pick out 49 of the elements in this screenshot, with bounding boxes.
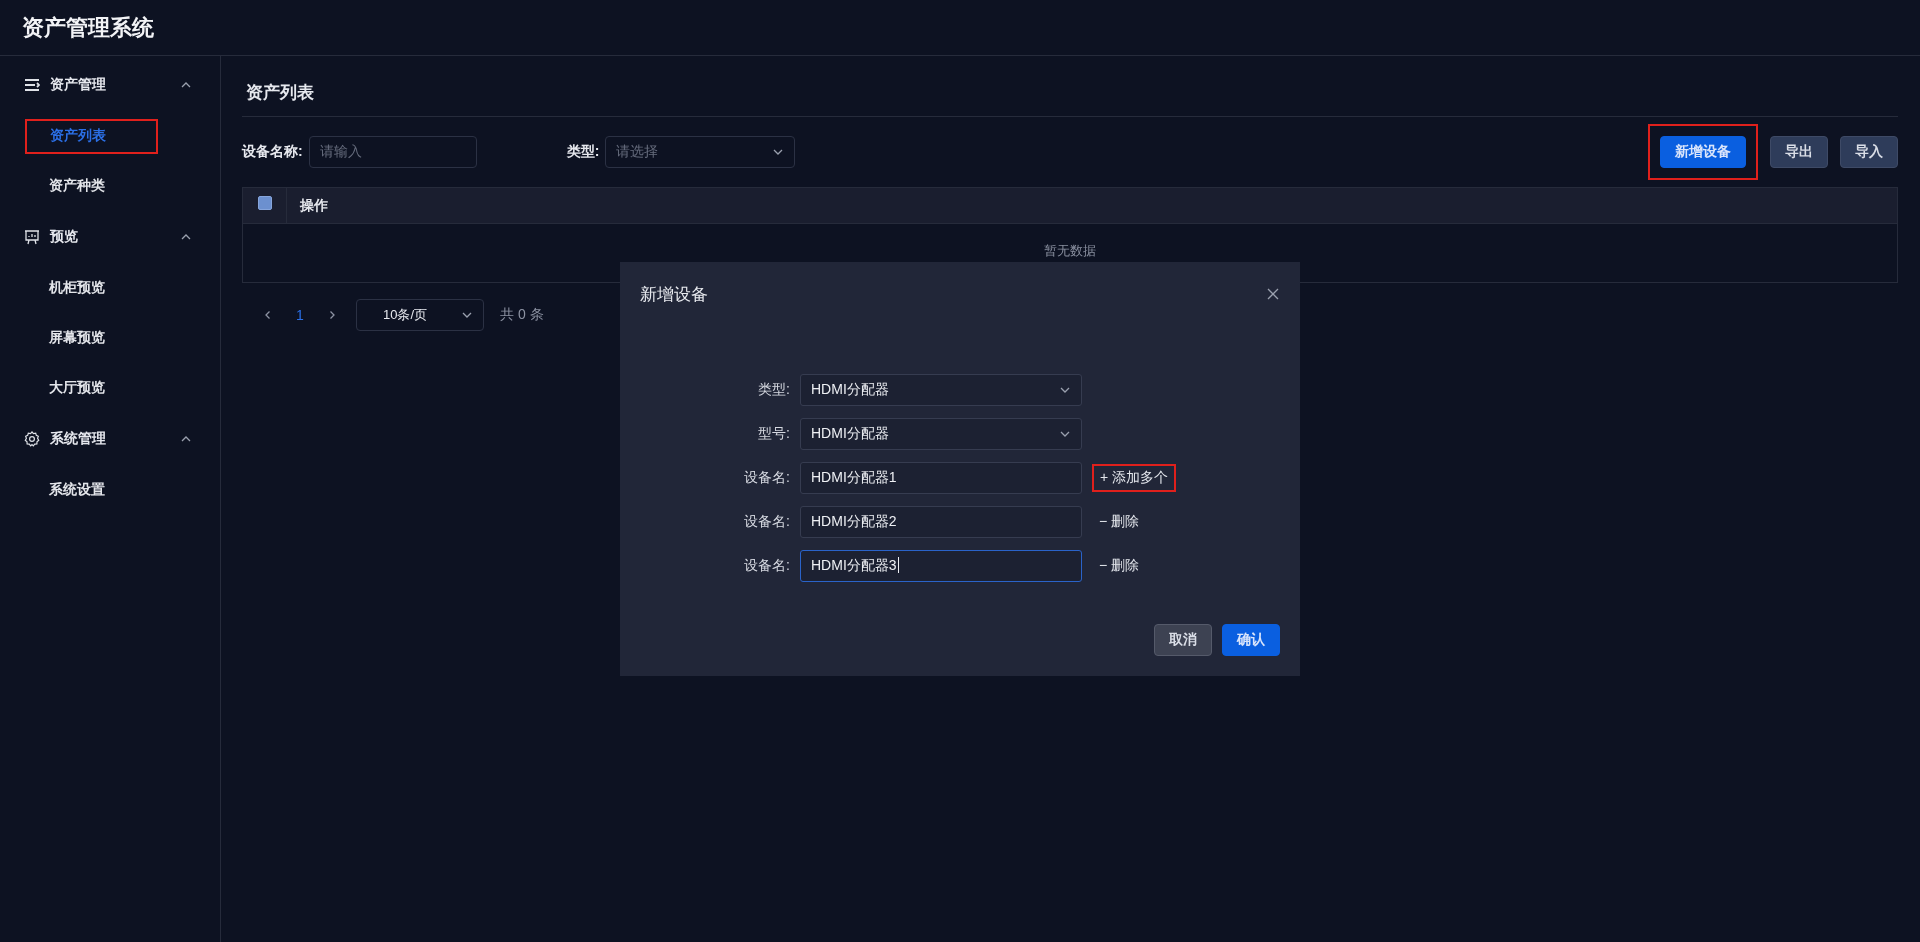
field-label: 型号: <box>757 425 791 443</box>
sidebar-item[interactable]: 系统设置 <box>25 472 158 508</box>
settings-icon <box>24 431 40 447</box>
sidebar-item[interactable]: 大厅预览 <box>25 370 158 406</box>
toolbar-button[interactable]: 导出 <box>1770 136 1828 168</box>
field-label: 设备名: <box>743 557 791 575</box>
select-field[interactable]: HDMI分配器 <box>800 418 1082 450</box>
field-label: 类型: <box>757 381 791 399</box>
dialog-title: 新增设备 <box>640 283 708 306</box>
column-header: 操作 <box>299 195 328 215</box>
search-field[interactable]: 请输入 <box>308 136 477 168</box>
toolbar-button[interactable]: 新增设备 <box>1660 136 1746 168</box>
field-action-button[interactable]: − 删除 <box>1095 552 1144 580</box>
group-label: 预览 <box>50 228 79 246</box>
group-label: 资产管理 <box>50 76 107 94</box>
sidebar-group[interactable]: 资产管理 <box>0 59 220 111</box>
empty-text: 暂无数据 <box>1044 242 1096 260</box>
select-all-checkbox[interactable] <box>257 196 272 210</box>
page-size-select[interactable]: 10条/页 <box>356 299 484 331</box>
sidebar-group[interactable]: 系统管理 <box>0 413 220 465</box>
close-icon[interactable] <box>1266 287 1280 301</box>
page-title: 资产列表 <box>245 82 314 104</box>
sidebar-item[interactable]: 资产列表 <box>25 118 158 154</box>
input-field[interactable]: HDMI分配器2 <box>800 506 1082 538</box>
presentation-board-icon <box>24 229 40 245</box>
chevron-left-icon <box>263 310 273 320</box>
sidebar-group[interactable]: 预览 <box>0 211 220 263</box>
dialog-button[interactable]: 确认 <box>1222 624 1280 656</box>
chevron-right-icon <box>327 310 337 320</box>
toolbar-button[interactable]: 导入 <box>1840 136 1898 168</box>
app-title: 资产管理系统 <box>22 13 154 42</box>
type-select[interactable]: 请选择 <box>605 136 796 168</box>
menu-icon <box>24 78 40 92</box>
select-field[interactable]: HDMI分配器 <box>800 374 1082 406</box>
sidebar-item[interactable]: 资产种类 <box>25 168 158 204</box>
input-field[interactable]: HDMI分配器1 <box>800 462 1082 494</box>
total-count: 共 0 条 <box>500 306 544 324</box>
filter-label: 类型: <box>566 143 600 161</box>
field-action-button[interactable]: − 删除 <box>1095 508 1144 536</box>
filter-label: 设备名称: <box>242 143 303 161</box>
sidebar-item[interactable]: 机柜预览 <box>25 270 158 306</box>
page-number[interactable]: 1 <box>284 299 316 331</box>
field-label: 设备名: <box>743 513 791 531</box>
dialog-button[interactable]: 取消 <box>1154 624 1212 656</box>
sidebar-item[interactable]: 屏幕预览 <box>25 320 158 356</box>
input-field[interactable]: HDMI分配器3 <box>800 550 1082 582</box>
field-action-button[interactable]: + 添加多个 <box>1092 464 1177 492</box>
group-label: 系统管理 <box>50 430 107 448</box>
field-label: 设备名: <box>743 469 791 487</box>
